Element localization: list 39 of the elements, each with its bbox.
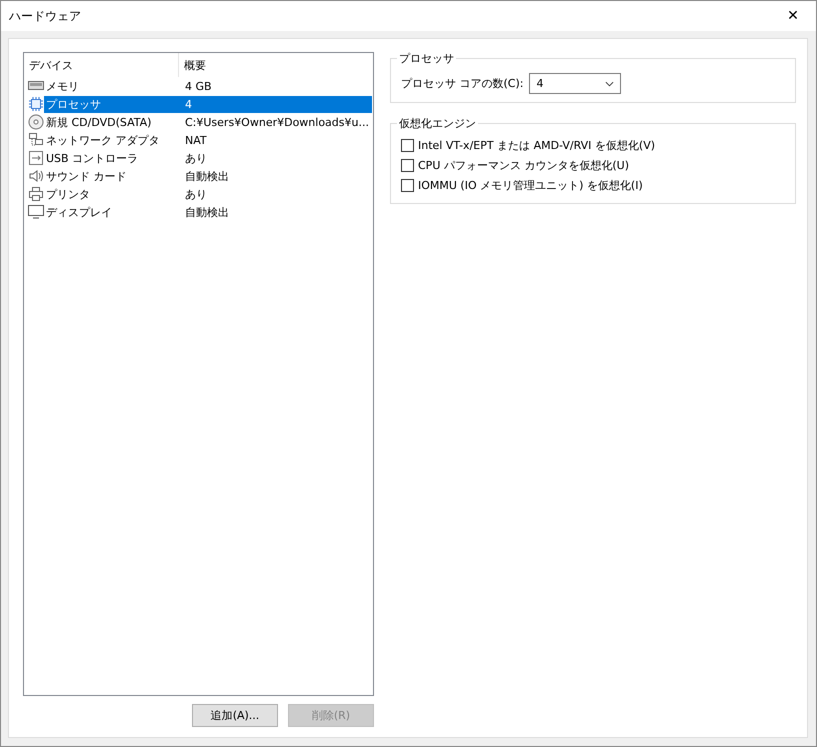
window-title: ハードウェア — [9, 8, 81, 24]
cores-dropdown[interactable]: 4 — [529, 73, 622, 94]
device-name[interactable]: プリンタ — [44, 186, 92, 202]
column-header[interactable]: 概要 — [179, 53, 373, 77]
device-name[interactable]: USB コントローラ — [44, 150, 140, 166]
group-title: 仮想化エンジン — [397, 116, 478, 131]
close-button[interactable]: ✕ — [770, 1, 816, 31]
device-summary: 自動検出 — [184, 204, 230, 220]
disc-icon — [28, 114, 44, 130]
checkbox-label[interactable]: Intel VT-x/EPT または AMD-V/RVI を仮想化(V) — [418, 138, 656, 153]
checkbox[interactable] — [401, 159, 414, 172]
dialog-button[interactable]: 追加(A)... — [192, 704, 278, 727]
printer-icon — [28, 186, 44, 202]
checkbox[interactable] — [401, 179, 414, 192]
network-icon — [28, 132, 44, 148]
device-summary: あり — [184, 186, 208, 202]
checkbox-label[interactable]: CPU パフォーマンス カウンタを仮想化(U) — [418, 158, 629, 173]
device-summary: C:¥Users¥Owner¥Downloads¥u... — [184, 114, 370, 130]
device-name[interactable]: 新規 CD/DVD(SATA) — [44, 114, 154, 130]
device-summary: 4 GB — [184, 78, 213, 94]
device-name[interactable]: ディスプレイ — [44, 204, 114, 220]
device-summary: 自動検出 — [184, 168, 230, 184]
device-summary: 4 — [179, 96, 372, 112]
device-name[interactable]: サウンド カード — [44, 168, 128, 184]
device-summary: NAT — [184, 132, 208, 148]
sound-icon — [28, 168, 44, 184]
group-title: プロセッサ — [397, 51, 456, 66]
device-name[interactable]: プロセッサ — [44, 96, 179, 112]
display-icon — [28, 204, 44, 220]
device-name[interactable]: メモリ — [44, 78, 81, 94]
field-label: プロセッサ コアの数(C): — [401, 76, 524, 91]
device-summary: あり — [184, 150, 208, 166]
checkbox[interactable] — [401, 139, 414, 152]
column-header[interactable]: デバイス — [24, 53, 179, 77]
usb-icon — [28, 150, 44, 166]
processor-icon — [28, 96, 44, 112]
device-name[interactable]: ネットワーク アダプタ — [44, 132, 162, 148]
checkbox-label[interactable]: IOMMU (IO メモリ管理ユニット) を仮想化(I) — [418, 178, 643, 193]
chevron-icon — [605, 80, 614, 86]
